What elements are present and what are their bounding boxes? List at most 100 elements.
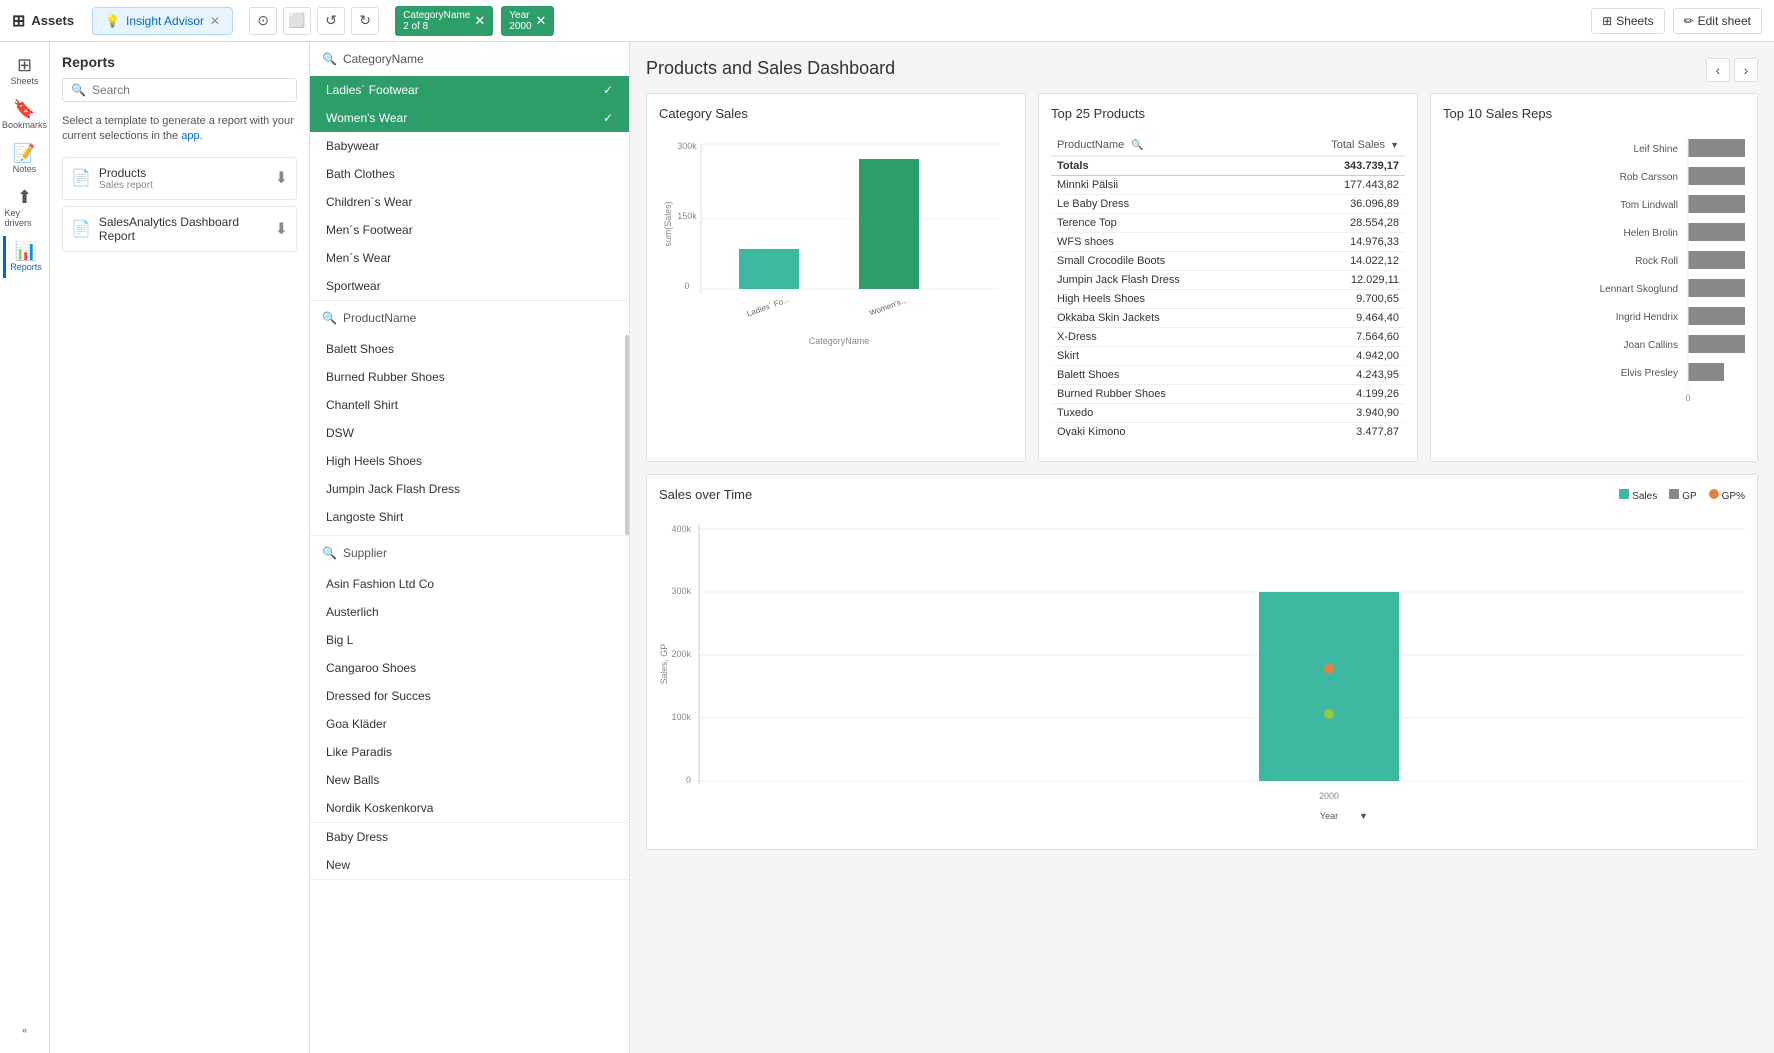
svg-text:Tom Lindwall: Tom Lindwall	[1620, 200, 1678, 211]
filter-item-le-baby-dress[interactable]: Le Baby Dress	[310, 531, 625, 535]
filter-item-label: Women's Wear	[326, 111, 407, 125]
filter-item-like-paradis[interactable]: Like Paradis	[310, 738, 629, 766]
top-25-products-card: Top 25 Products ProductName 🔍	[1038, 93, 1418, 462]
sheets-button[interactable]: ⊞ Sheets	[1591, 8, 1664, 34]
svg-text:Leif Shine: Leif Shine	[1634, 144, 1679, 155]
product-filter-section: 🔍 ProductName Balett Shoes Burned Rubber…	[310, 301, 629, 536]
topbar: ⊞ Assets 💡 Insight Advisor ✕ ⊙ ⬜ ↺ ↻ Cat…	[0, 0, 1774, 42]
sales-value-cell: 4.199,26	[1287, 385, 1405, 404]
reports-icon: 📊	[15, 242, 37, 260]
sort-down-icon[interactable]: ▼	[1390, 140, 1399, 150]
filter-item-jumpin-jack[interactable]: Jumpin Jack Flash Dress	[310, 475, 625, 503]
filter-item-balett-shoes[interactable]: Balett Shoes	[310, 335, 625, 363]
filter-item-asin[interactable]: Asin Fashion Ltd Co	[310, 570, 629, 598]
products-table-body: Minnki Pälsii177.443,82Le Baby Dress36.0…	[1051, 176, 1405, 436]
next-arrow[interactable]: ›	[1734, 58, 1758, 82]
reports-panel: Reports 🔍 Select a template to generate …	[50, 42, 310, 1053]
category-filter-section: 🔍 CategoryName Ladies´ Footwear ✓ Women'…	[310, 42, 629, 301]
table-row: Okkaba Skin Jackets9.464,40	[1051, 309, 1405, 328]
filter-item-big-l[interactable]: Big L	[310, 626, 629, 654]
svg-text:0: 0	[1685, 393, 1690, 403]
app-link[interactable]: app	[181, 130, 199, 142]
search-icon[interactable]: 🔍	[1131, 140, 1143, 151]
filter-item-burned-rubber[interactable]: Burned Rubber Shoes	[310, 363, 625, 391]
reports-search-box[interactable]: 🔍	[62, 78, 297, 102]
filter-item-womens-wear[interactable]: Women's Wear ✓	[310, 104, 629, 132]
nav-arrows: ‹ ›	[1706, 58, 1758, 82]
filter-item-bath-clothes[interactable]: Bath Clothes	[310, 160, 629, 188]
sales-analytics-report-info: SalesAnalytics Dashboard Report	[99, 215, 267, 243]
sot-legend: Sales GP GP%	[1619, 489, 1745, 502]
selection-tool[interactable]: ⬜	[283, 7, 311, 35]
filter-item-babywear[interactable]: Babywear	[310, 132, 629, 160]
reports-note: Select a template to generate a report w…	[62, 114, 297, 145]
filter-item-baby-dress[interactable]: Baby Dress	[310, 823, 629, 851]
filter-item-nordik[interactable]: Nordik Koskenkorva	[310, 794, 629, 822]
sales-value-cell: 12.029,11	[1287, 271, 1405, 290]
products-report-item[interactable]: 📄 Products Sales report ⬇	[62, 157, 297, 200]
svg-text:100k: 100k	[671, 712, 691, 722]
sidebar-item-sheets[interactable]: ⊞ Sheets	[3, 50, 47, 92]
filter-item-label: Children´s Wear	[326, 195, 412, 209]
filter-item-ladies-footwear[interactable]: Ladies´ Footwear ✓	[310, 76, 629, 104]
filter-item-dressed-for-succes[interactable]: Dressed for Succes	[310, 682, 629, 710]
sales-over-time-title: Sales over Time	[659, 487, 752, 502]
redo-tool[interactable]: ↻	[351, 7, 379, 35]
table-row: Balett Shoes4.243,95	[1051, 366, 1405, 385]
product-name-cell: Terence Top	[1051, 214, 1287, 233]
product-name-cell: Tuxedo	[1051, 404, 1287, 423]
filter-item-mens-footwear[interactable]: Men´s Footwear	[310, 216, 629, 244]
filter-item-high-heels[interactable]: High Heels Shoes	[310, 447, 625, 475]
pencil-icon: ✏	[1684, 14, 1694, 28]
products-data-table: Minnki Pälsii177.443,82Le Baby Dress36.0…	[1051, 176, 1405, 436]
col-total-sales: Total Sales ▼	[1247, 135, 1405, 156]
filter-item-new[interactable]: New	[310, 851, 629, 879]
chip-close-icon[interactable]: ✕	[474, 13, 485, 29]
sidebar-item-key-drivers[interactable]: ⬆ Key drivers	[3, 182, 47, 234]
sidebar-item-notes[interactable]: 📝 Notes	[3, 138, 47, 180]
download-icon[interactable]: ⬇	[275, 219, 288, 239]
sales-analytics-report-item[interactable]: 📄 SalesAnalytics Dashboard Report ⬇	[62, 206, 297, 252]
chip-label: CategoryName 2 of 8	[403, 10, 470, 32]
table-row: Burned Rubber Shoes4.199,26	[1051, 385, 1405, 404]
svg-text:Women's...: Women's...	[868, 296, 908, 318]
filter-item-langoste-shirt[interactable]: Langoste Shirt	[310, 503, 625, 531]
filter-item-mens-wear[interactable]: Men´s Wear	[310, 244, 629, 272]
table-row: Jumpin Jack Flash Dress12.029,11	[1051, 271, 1405, 290]
svg-text:300k: 300k	[671, 586, 691, 596]
sales-value-cell: 177.443,82	[1287, 176, 1405, 195]
filter-item-chantell-shirt[interactable]: Chantell Shirt	[310, 391, 625, 419]
insight-advisor-tab[interactable]: 💡 Insight Advisor ✕	[92, 7, 233, 35]
product-name-cell: WFS shoes	[1051, 233, 1287, 252]
legend-sales: Sales	[1632, 491, 1657, 502]
filter-item-new-balls[interactable]: New Balls	[310, 766, 629, 794]
product-name-cell: Le Baby Dress	[1051, 195, 1287, 214]
chip-close-icon[interactable]: ✕	[536, 13, 547, 29]
category-filter-chip[interactable]: CategoryName 2 of 8 ✕	[395, 6, 493, 36]
sidebar-item-reports[interactable]: 📊 Reports	[3, 236, 47, 278]
chip-label: Year 2000	[509, 10, 531, 32]
table-row: Skirt4.942,00	[1051, 347, 1405, 366]
close-icon[interactable]: ✕	[210, 14, 220, 28]
svg-text:200k: 200k	[671, 649, 691, 659]
edit-sheet-button[interactable]: ✏ Edit sheet	[1673, 8, 1762, 34]
download-icon[interactable]: ⬇	[275, 168, 288, 188]
reports-search-input[interactable]	[92, 83, 288, 97]
product-name-cell: Oyaki Kimono	[1051, 423, 1287, 437]
prev-arrow[interactable]: ‹	[1706, 58, 1730, 82]
undo-tool[interactable]: ↺	[317, 7, 345, 35]
filter-item-dsw[interactable]: DSW	[310, 419, 625, 447]
sidebar-collapse-button[interactable]: «	[3, 1019, 47, 1041]
products-table-scroll[interactable]: Minnki Pälsii177.443,82Le Baby Dress36.0…	[1051, 176, 1405, 436]
filter-item-childrens-wear[interactable]: Children´s Wear	[310, 188, 629, 216]
year-filter-chip[interactable]: Year 2000 ✕	[501, 6, 554, 36]
sidebar-item-bookmarks[interactable]: 🔖 Bookmarks	[3, 94, 47, 136]
filter-item-label: Babywear	[326, 139, 379, 153]
report-doc-icon: 📄	[71, 219, 91, 239]
filter-item-cangaroo[interactable]: Cangaroo Shoes	[310, 654, 629, 682]
filter-item-sportwear[interactable]: Sportwear	[310, 272, 629, 300]
filter-item-goa-klader[interactable]: Goa Kläder	[310, 710, 629, 738]
filter-item-austerlich[interactable]: Austerlich	[310, 598, 629, 626]
lasso-tool[interactable]: ⊙	[249, 7, 277, 35]
sales-value-cell: 9.464,40	[1287, 309, 1405, 328]
